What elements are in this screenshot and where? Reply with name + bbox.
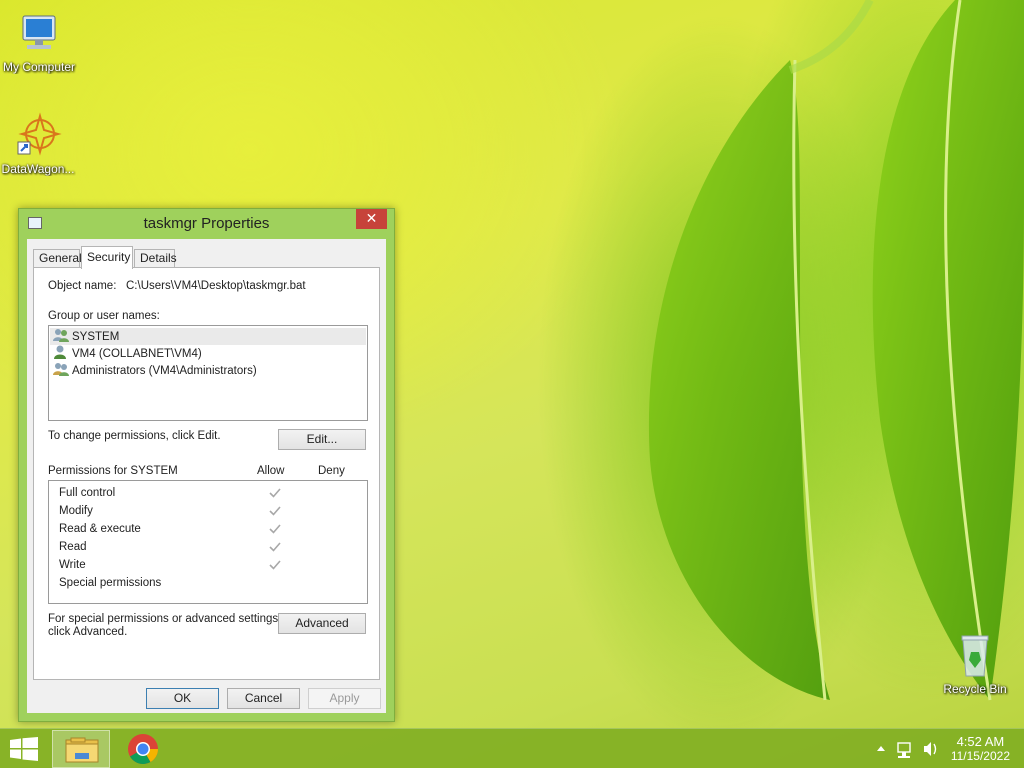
permissions-list[interactable]: Full control Modify Read & execute Read … xyxy=(48,480,368,604)
show-hidden-icons-icon[interactable] xyxy=(877,746,885,751)
taskbar-chrome[interactable] xyxy=(114,730,172,768)
datawagon-shortcut-icon xyxy=(14,112,62,160)
desktop-icon-label: My Computer xyxy=(2,60,76,74)
permission-name: Special permissions xyxy=(59,577,162,589)
apply-button[interactable]: Apply xyxy=(308,688,381,709)
permission-row: Full control xyxy=(59,484,359,502)
allow-check-icon xyxy=(269,506,281,516)
user-name: Administrators (VM4\Administrators) xyxy=(72,365,257,377)
chrome-icon xyxy=(128,734,158,765)
ok-button[interactable]: OK xyxy=(146,688,219,709)
allow-check-icon xyxy=(269,560,281,570)
permission-row: Modify xyxy=(59,502,359,520)
allow-column-header: Allow xyxy=(257,465,285,477)
taskbar: 4:52 AM 11/15/2022 xyxy=(0,728,1024,768)
windows-logo-icon xyxy=(10,737,38,761)
permission-row: Read & execute xyxy=(59,520,359,538)
list-item[interactable]: VM4 (COLLABNET\VM4) xyxy=(53,345,202,362)
dialog-body: General Security Details Object name: C:… xyxy=(27,239,386,713)
clock-time: 4:52 AM xyxy=(956,734,1005,749)
security-panel: Object name: C:\Users\VM4\Desktop\taskmg… xyxy=(33,267,380,680)
permission-name: Modify xyxy=(59,505,93,517)
edit-button[interactable]: Edit... xyxy=(278,429,366,450)
user-list[interactable]: SYSTEM VM4 (COLLABNET\VM4) Administrator… xyxy=(48,325,368,421)
volume-icon[interactable] xyxy=(924,742,937,756)
object-name-value: C:\Users\VM4\Desktop\taskmgr.bat xyxy=(126,280,306,292)
permission-name: Full control xyxy=(59,487,116,499)
desktop-icon-datawagon[interactable]: DataWagon... xyxy=(0,112,76,176)
user-icon xyxy=(53,345,69,359)
object-name-label: Object name: xyxy=(48,280,117,292)
advanced-hint-line2: click Advanced. xyxy=(48,626,128,638)
desktop-icon-my-computer[interactable]: My Computer xyxy=(1,10,77,74)
allow-check-icon xyxy=(269,542,281,552)
desktop-icon-label: Recycle Bin xyxy=(943,682,1007,696)
cancel-button[interactable]: Cancel xyxy=(227,688,300,709)
list-item[interactable]: SYSTEM xyxy=(50,328,366,345)
file-explorer-icon xyxy=(65,737,99,763)
advanced-hint-line1: For special permissions or advanced sett… xyxy=(48,613,282,625)
allow-check-icon xyxy=(269,524,281,534)
system-tray xyxy=(872,729,942,768)
allow-check-icon xyxy=(269,488,281,498)
taskbar-clock[interactable]: 4:52 AM 11/15/2022 xyxy=(951,734,1010,764)
permission-name: Write xyxy=(59,559,86,571)
change-permissions-hint: To change permissions, click Edit. xyxy=(48,430,221,442)
permission-row: Special permissions xyxy=(59,574,359,592)
permissions-for-label: Permissions for SYSTEM xyxy=(48,465,178,477)
deny-column-header: Deny xyxy=(318,465,345,477)
tab-security[interactable]: Security xyxy=(81,246,133,269)
permission-row: Write xyxy=(59,556,359,574)
permission-row: Read xyxy=(59,538,359,556)
start-button[interactable] xyxy=(10,737,38,761)
clock-date: 11/15/2022 xyxy=(950,749,1010,763)
group-icon xyxy=(53,328,69,342)
permission-name: Read xyxy=(59,541,87,553)
tab-general[interactable]: General xyxy=(33,249,82,268)
properties-dialog: taskmgr Properties ✕ General Security De… xyxy=(18,208,395,722)
taskbar-file-explorer[interactable] xyxy=(52,730,110,768)
group-names-label: Group or user names: xyxy=(48,310,160,322)
user-name: SYSTEM xyxy=(72,331,120,343)
dialog-title: taskmgr Properties xyxy=(143,215,270,232)
list-item[interactable]: Administrators (VM4\Administrators) xyxy=(53,362,257,379)
advanced-button[interactable]: Advanced xyxy=(278,613,366,634)
desktop-icon-label: DataWagon... xyxy=(1,162,75,176)
user-name: VM4 (COLLABNET\VM4) xyxy=(72,348,202,360)
tab-details[interactable]: Details xyxy=(134,249,177,268)
group-icon xyxy=(53,362,69,376)
recycle-bin-icon xyxy=(951,632,999,680)
permission-name: Read & execute xyxy=(59,523,141,535)
network-icon[interactable] xyxy=(897,742,911,758)
computer-icon xyxy=(15,10,63,58)
desktop-icon-recycle-bin[interactable]: Recycle Bin xyxy=(937,632,1013,696)
close-button[interactable]: ✕ xyxy=(356,209,387,229)
dialog-titlebar[interactable]: taskmgr Properties ✕ xyxy=(19,209,394,239)
